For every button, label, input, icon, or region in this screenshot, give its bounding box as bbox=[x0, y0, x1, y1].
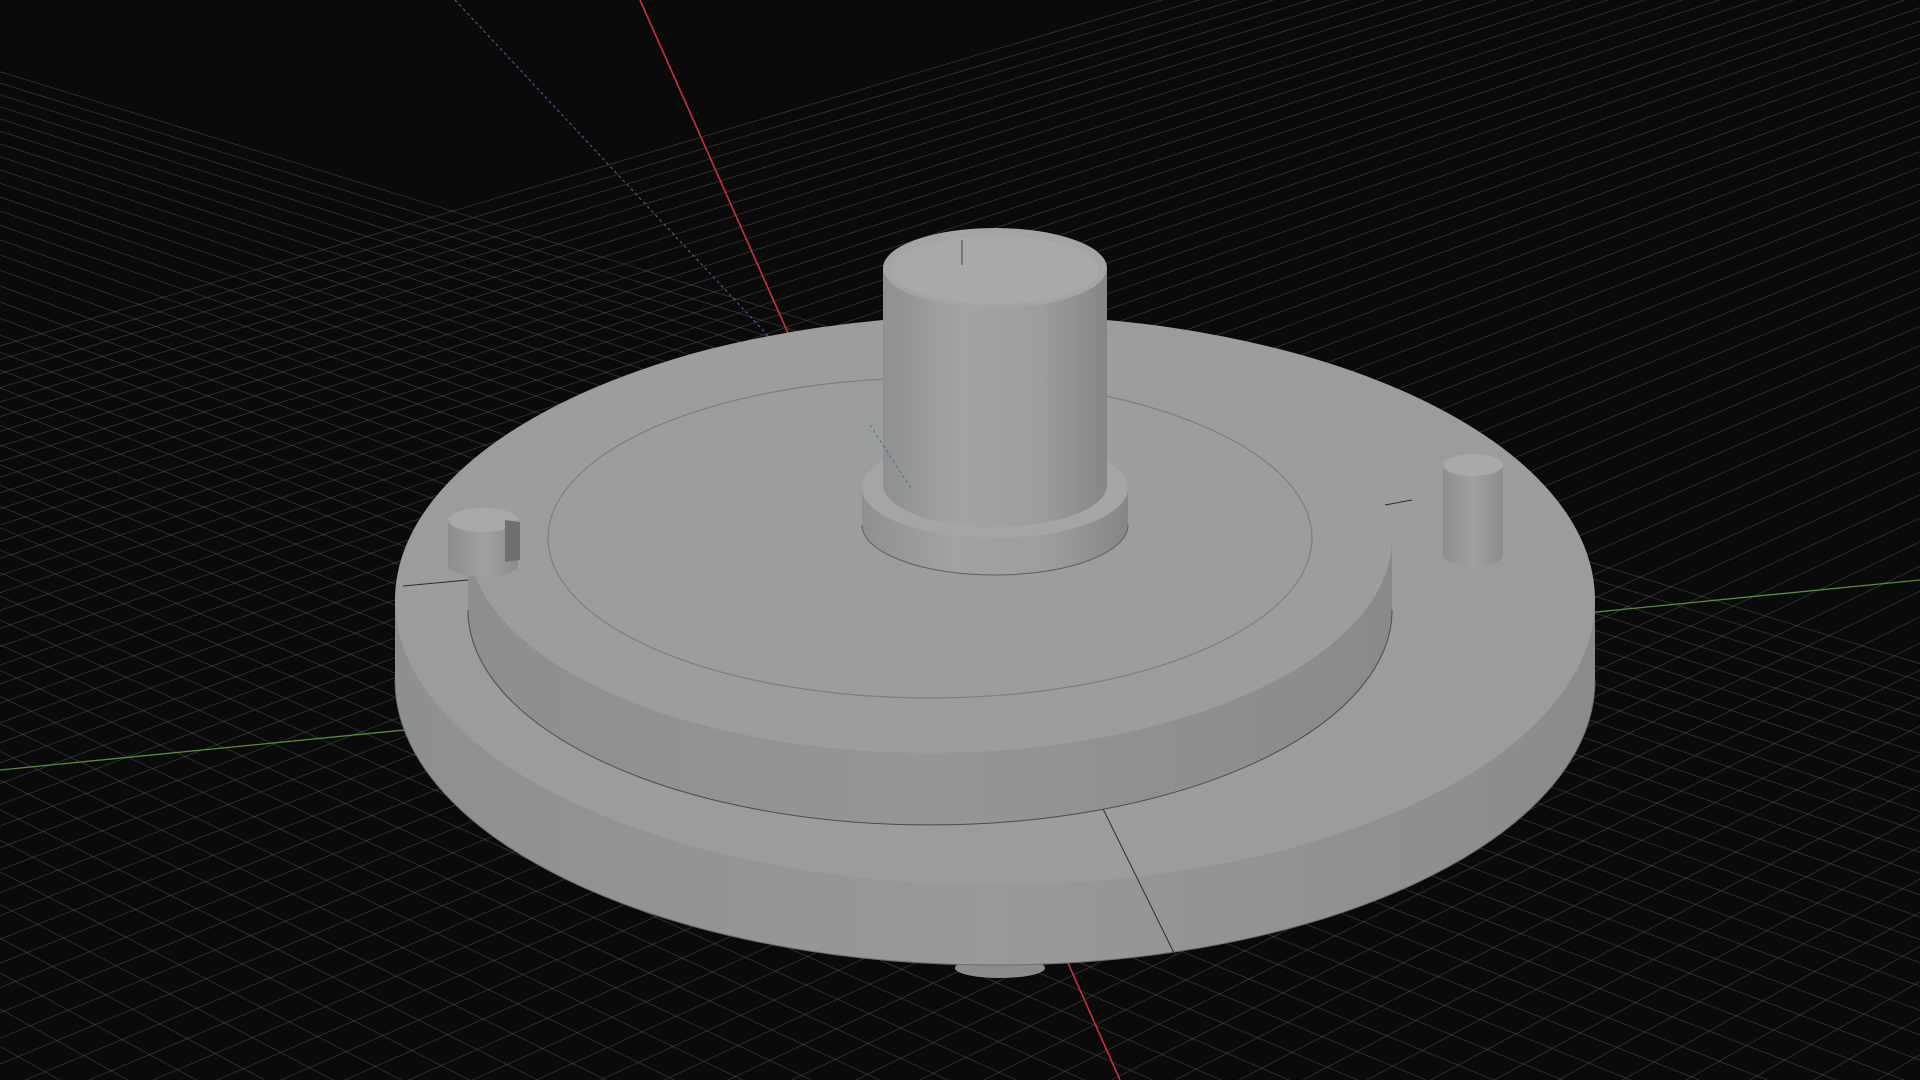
grid-line bbox=[0, 871, 403, 1080]
grid-line bbox=[1876, 0, 1920, 1080]
grid-line bbox=[1685, 945, 1920, 1080]
grid-line bbox=[1877, 1054, 1920, 1080]
grid-line bbox=[0, 0, 61, 1080]
grid-line bbox=[0, 1045, 61, 1080]
grid-line bbox=[0, 903, 334, 1080]
grid-line bbox=[0, 937, 266, 1080]
center-boss[interactable] bbox=[883, 228, 1107, 527]
grid-line bbox=[1749, 981, 1920, 1080]
pin-left[interactable] bbox=[448, 508, 520, 577]
viewport-canvas[interactable] bbox=[0, 0, 1920, 1080]
3d-model[interactable] bbox=[394, 228, 1596, 978]
grid-line bbox=[0, 1008, 129, 1080]
pin-right[interactable] bbox=[1443, 454, 1503, 566]
3d-viewport[interactable] bbox=[0, 0, 1920, 1080]
